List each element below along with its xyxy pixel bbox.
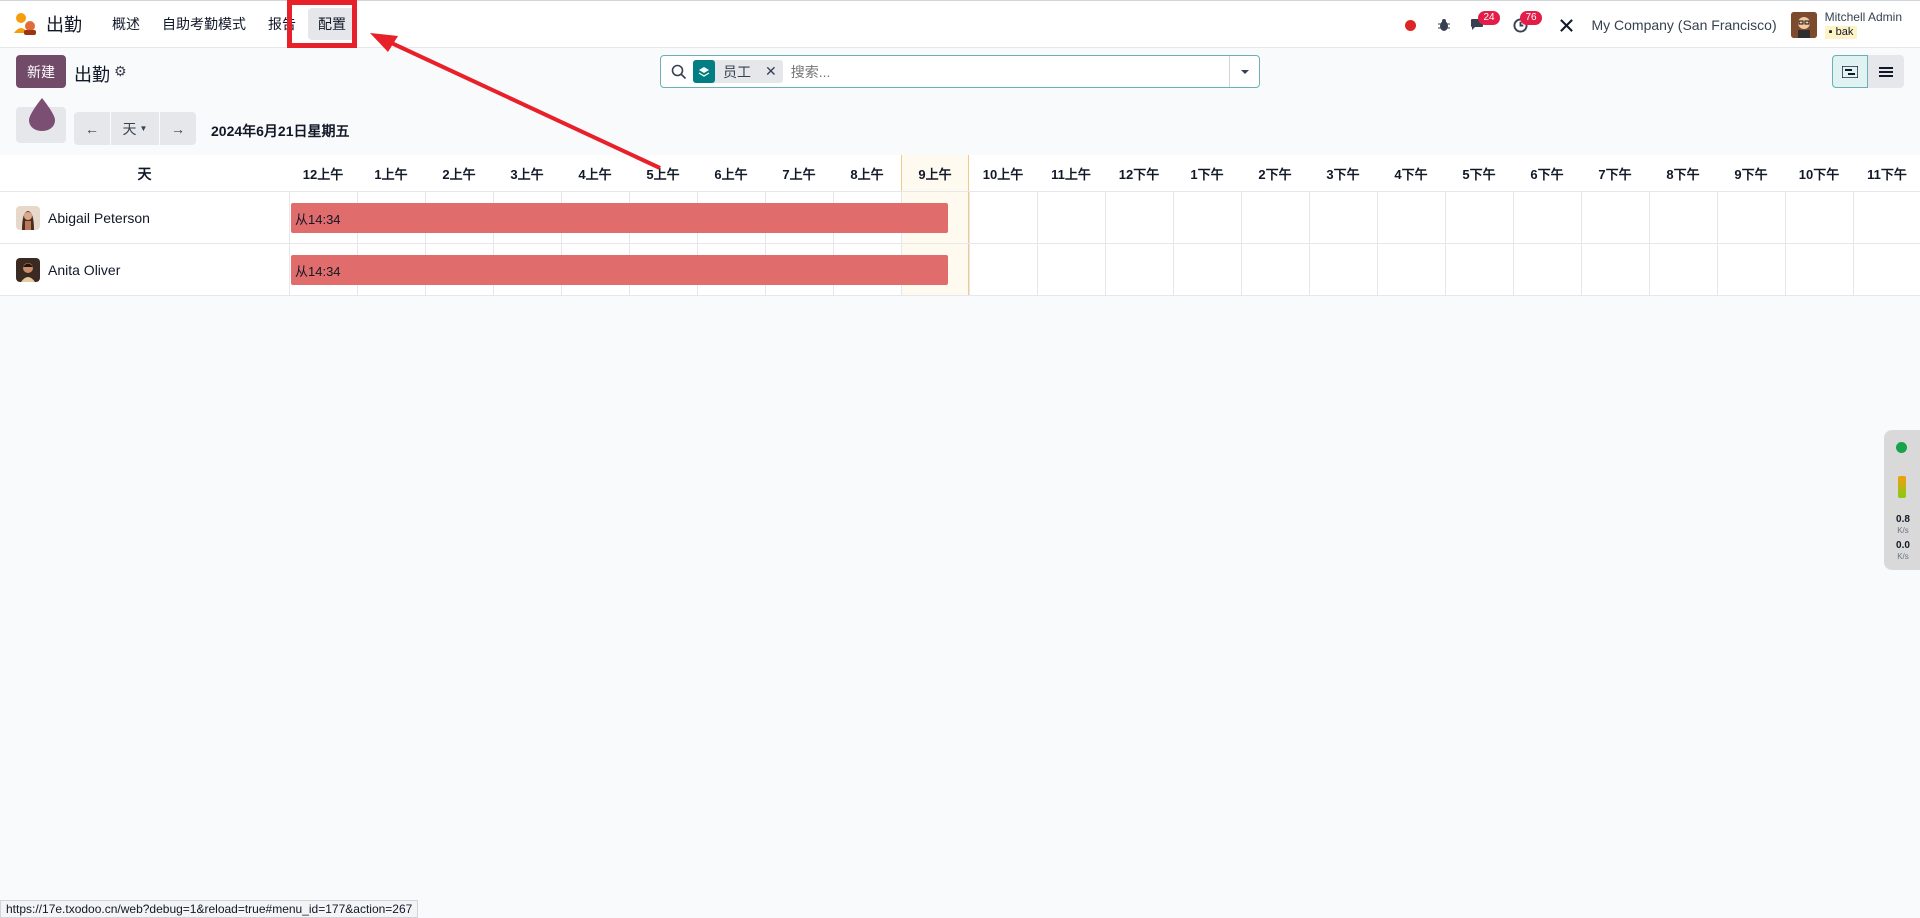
drop-icon [29,98,55,131]
user-name: Mitchell Admin [1824,10,1902,24]
list-icon [1879,66,1893,77]
search-icon [671,64,687,79]
record-icon[interactable] [1395,10,1425,40]
attendance-pill[interactable]: 从14:34 [291,255,948,285]
status-bar-url: https://17e.txodoo.cn/web?debug=1&reload… [0,900,419,918]
hour-header: 10上午 [982,167,1024,182]
attendance-pill[interactable]: 从14:34 [291,203,948,233]
previous-button[interactable]: ← [74,112,110,145]
hour-header: 3上午 [510,167,544,182]
gantt-row[interactable]: Abigail Peterson 从14:34 [0,192,1920,244]
hour-header: 10下午 [1798,167,1840,182]
current-date: 2024年6月21日星期五 [211,123,350,139]
network-monitor-widget[interactable]: 0.8 K/s 0.0 K/s [1884,430,1920,570]
list-view-button[interactable] [1868,55,1904,88]
facet-remove-icon[interactable]: ✕ [765,63,777,80]
caret-down-icon [1240,69,1249,74]
hour-header: 11上午 [1051,167,1091,182]
employee-avatar [16,206,40,230]
hour-header: 8下午 [1666,167,1700,182]
arrow-right-icon: → [171,120,185,137]
search-options-toggle[interactable] [1229,56,1259,87]
messages-badge: 24 [1478,11,1500,25]
hour-header: 7下午 [1598,167,1632,182]
hour-header: 4上午 [578,167,612,182]
upload-unit: K/s [1897,526,1909,535]
activities-clock-icon[interactable]: 76 [1505,10,1542,40]
hour-header: 5下午 [1462,167,1496,182]
gantt-view-button[interactable] [1832,55,1868,88]
gear-icon[interactable]: ⚙ [114,63,127,80]
hour-header: 2上午 [442,167,476,182]
breadcrumb: 出勤 [74,65,110,85]
status-dot-icon [1896,442,1907,453]
hour-header: 9下午 [1734,167,1768,182]
gantt-row-header-title: 天 [137,165,152,182]
facet-label: 员工 [723,63,751,80]
hour-header: 11下午 [1867,167,1907,182]
hour-header: 12下午 [1118,167,1160,182]
caret-down-icon: ▼ [139,124,148,133]
traffic-bar-icon [1898,476,1906,498]
arrow-left-icon: ← [85,120,99,137]
download-speed: 0.0 [1896,540,1910,551]
employee-avatar [16,258,40,282]
gantt-header: 天 12上午 1上午 2上午 3上午 4上午 5上午 6上午 7上午 8上午 9上午 10上午 11上… [0,155,1920,192]
app-title[interactable]: 出勤 [46,11,82,37]
download-unit: K/s [1897,552,1909,561]
gantt-chart: 天 12上午 1上午 2上午 3上午 4上午 5上午 6上午 7上午 8上午 9上午 10上午 11上… [0,155,1920,296]
row-header: Abigail Peterson [16,192,150,244]
layers-icon [693,60,715,83]
annotation-highlight-box [287,0,357,48]
hour-header: 4下午 [1394,167,1428,182]
hour-header: 6上午 [714,167,748,182]
attendance-app-icon[interactable] [12,11,38,37]
database-name: ▪ bak [1824,26,1858,39]
company-switcher[interactable]: My Company (San Francisco) [1591,17,1776,33]
hour-header: 6下午 [1530,167,1564,182]
hour-header: 12上午 [302,167,344,182]
hour-header: 1下午 [1190,167,1224,182]
search-input[interactable] [790,63,1229,80]
activities-badge: 76 [1520,11,1542,25]
user-menu[interactable]: Mitchell Admin ▪ bak [1790,10,1902,39]
menu-kiosk-mode[interactable]: 自助考勤模式 [152,8,256,40]
new-button[interactable]: 新建 [16,55,66,88]
debug-bug-icon[interactable] [1429,10,1459,40]
pill-label: 从14:34 [295,263,341,279]
row-header: Anita Oliver [16,244,120,296]
hour-header: 2下午 [1258,167,1292,182]
pill-label: 从14:34 [295,211,341,227]
menu-overview[interactable]: 概述 [102,8,150,40]
search-facet: 员工 ✕ [693,60,783,83]
gantt-icon [1842,65,1858,78]
scale-dropdown[interactable]: 天 ▼ [111,112,159,145]
hour-header: 1上午 [374,167,408,182]
user-avatar [1790,12,1817,38]
developer-tools-icon[interactable] [1551,10,1581,40]
hour-header: 7上午 [782,167,816,182]
hour-header: 9上午 [918,167,952,182]
gantt-row[interactable]: Anita Oliver 从14:34 [0,244,1920,296]
next-button[interactable]: → [160,112,196,145]
upload-speed: 0.8 [1896,514,1910,525]
date-navigation: ← 天 ▼ → [74,112,196,145]
hour-header: 5上午 [646,167,680,182]
search-bar: 员工 ✕ [660,55,1260,88]
employee-name: Anita Oliver [48,262,121,278]
employee-name: Abigail Peterson [48,210,150,226]
hour-header: 8上午 [850,167,884,182]
hour-header: 3下午 [1326,167,1360,182]
messages-icon[interactable]: 24 [1463,10,1500,40]
view-switcher [1832,55,1904,88]
scale-label: 天 [122,120,137,137]
